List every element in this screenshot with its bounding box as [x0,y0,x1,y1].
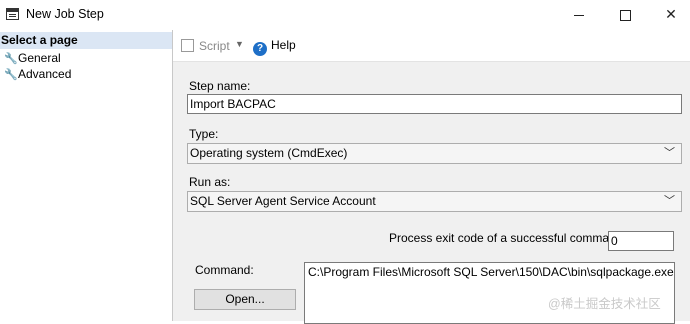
minimize-icon [574,14,584,16]
exit-code-label: Process exit code of a successful comman… [389,231,626,245]
wrench-icon: 🔧 [4,69,18,81]
window-icon [6,8,19,20]
toolbar: Script ▼ ? Help [173,30,690,62]
general-page: Step name: Import BACPAC Type: Operating… [173,62,690,324]
wrench-icon: 🔧 [4,53,18,65]
command-label: Command: [195,263,254,277]
script-label: Script [199,39,230,53]
help-label: Help [271,38,296,52]
select-page-header: Select a page [0,32,172,49]
run-as-select-value: SQL Server Agent Service Account [190,194,376,208]
run-as-label: Run as: [189,175,231,189]
page-item-label: Advanced [18,67,72,81]
run-as-select[interactable]: SQL Server Agent Service Account ﹀ [187,191,682,212]
step-name-input[interactable]: Import BACPAC [187,94,682,114]
close-icon: ✕ [665,6,677,22]
help-icon: ? [253,42,267,56]
type-select-value: Operating system (CmdExec) [190,146,348,160]
page-item-label: General [18,51,61,65]
help-button[interactable]: ? Help [253,38,296,56]
select-page-pane: Select a page 🔧General 🔧Advanced [0,30,173,321]
minimize-button[interactable] [556,0,602,30]
script-button[interactable]: Script [181,39,230,53]
window-title: New Job Step [26,7,104,21]
title-bar: New Job Step ✕ [0,0,690,30]
chevron-down-icon: ﹀ [664,147,675,159]
step-name-label: Step name: [189,79,251,93]
page-item-advanced[interactable]: 🔧Advanced [4,66,71,82]
exit-code-input[interactable]: 0 [608,231,674,251]
script-icon [181,39,194,52]
maximize-icon [619,9,631,21]
close-button[interactable]: ✕ [648,0,690,30]
open-button[interactable]: Open... [194,289,296,310]
type-select[interactable]: Operating system (CmdExec) ﹀ [187,143,682,164]
script-dropdown-arrow[interactable]: ▼ [235,39,244,49]
chevron-down-icon: ﹀ [664,195,675,207]
type-label: Type: [189,127,219,141]
maximize-button[interactable] [602,0,648,30]
page-item-general[interactable]: 🔧General [4,50,61,66]
watermark: @稀土掘金技术社区 [548,297,661,311]
